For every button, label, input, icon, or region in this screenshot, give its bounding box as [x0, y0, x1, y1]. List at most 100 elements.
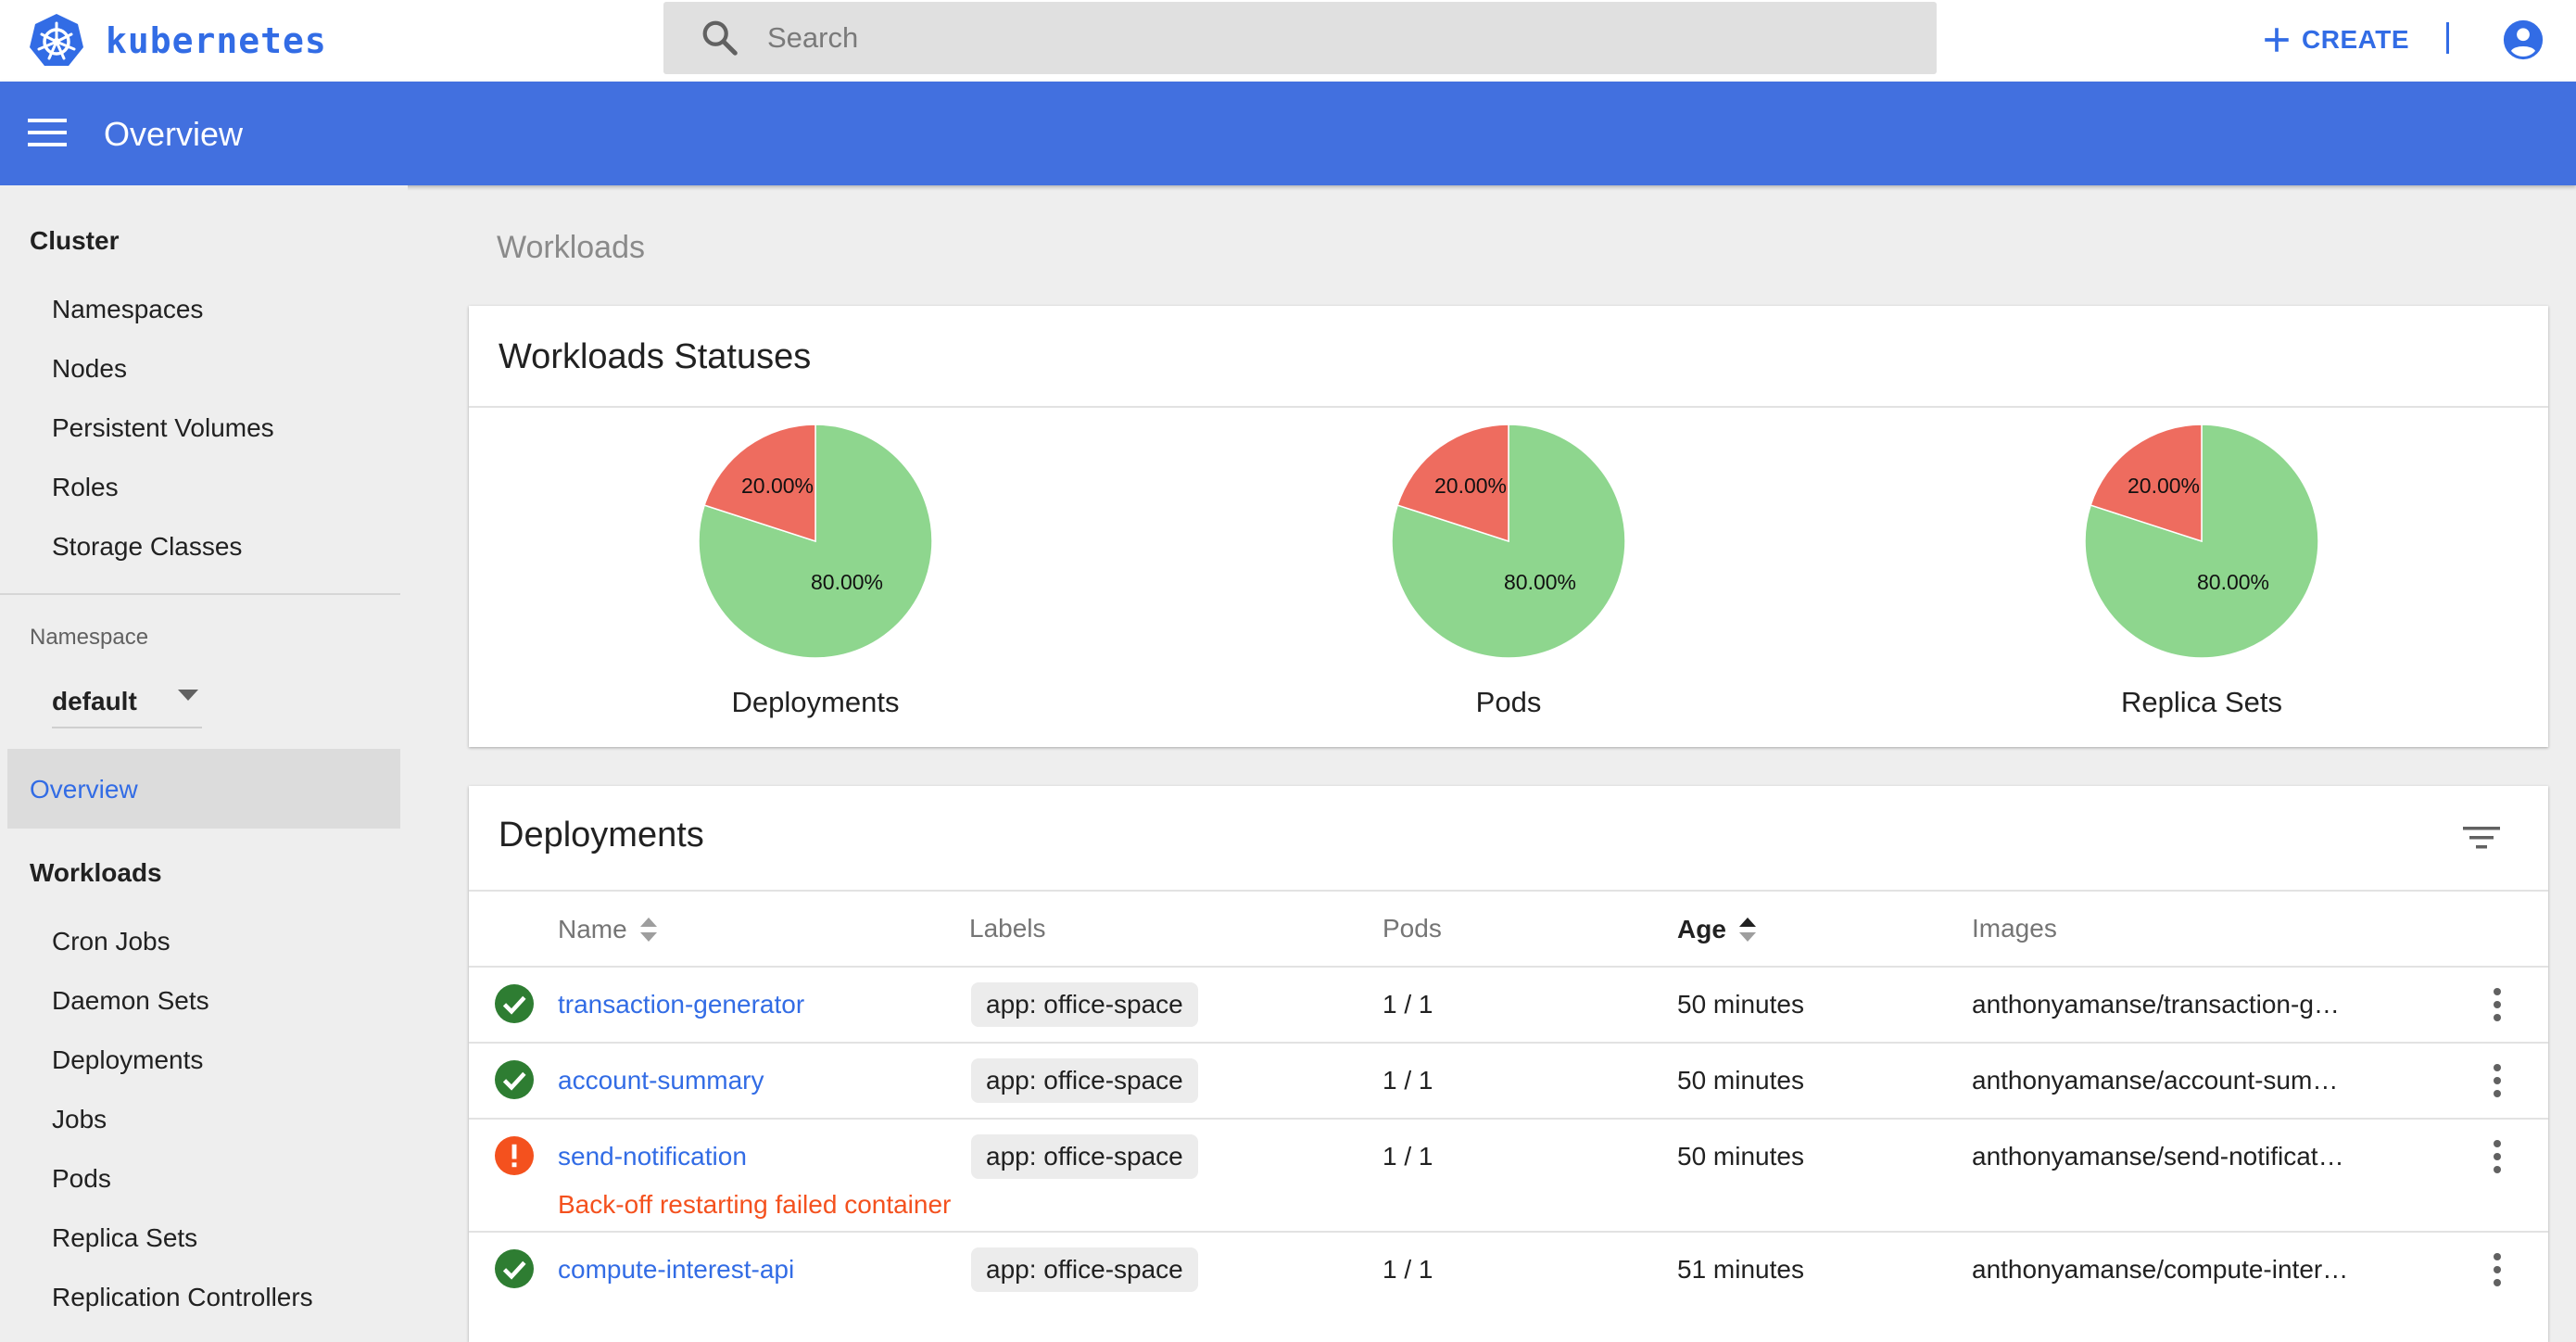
check-circle-icon — [495, 1249, 534, 1288]
row-divider — [469, 1231, 2548, 1233]
row-divider — [469, 966, 2548, 968]
label-chip: app: office-space — [971, 1134, 1198, 1179]
deployments-card: Deployments Name Labels Pods Age Images — [469, 786, 2548, 1342]
sidebar-item-pods[interactable]: Pods — [52, 1164, 111, 1194]
pie-chart-replica-sets: 20.00% 80.00% Replica Sets — [2016, 421, 2387, 736]
pie-svg: 20.00% 80.00% — [698, 424, 933, 659]
brand-link[interactable]: kubernetes — [28, 9, 327, 72]
card-title: Deployments — [499, 816, 704, 855]
card-divider — [469, 406, 2548, 408]
deployment-name-link[interactable]: compute-interest-api — [558, 1255, 794, 1285]
column-header-age[interactable]: Age — [1677, 914, 1758, 945]
search-input[interactable] — [767, 21, 1879, 55]
sidebar-item-nodes[interactable]: Nodes — [52, 354, 127, 384]
pie-svg: 20.00% 80.00% — [1391, 424, 1626, 659]
pie-caption: Pods — [1475, 686, 1542, 718]
plus-icon — [2265, 28, 2289, 52]
sidebar-item-roles[interactable]: Roles — [52, 473, 119, 502]
namespace-select[interactable]: default — [52, 677, 202, 728]
age-value: 50 minutes — [1677, 990, 1804, 1019]
deployment-name-link[interactable]: send-notification — [558, 1142, 747, 1171]
column-header-name[interactable]: Name — [558, 914, 659, 945]
image-value: anthonyamanse/account-sum… — [1972, 1066, 2339, 1095]
label-chip: app: office-space — [971, 1247, 1198, 1292]
column-header-labels-label: Labels — [969, 914, 1046, 943]
sidebar-heading-workloads[interactable]: Workloads — [30, 858, 162, 888]
more-vert-icon[interactable] — [2491, 986, 2504, 1023]
sidebar-item-overview-label: Overview — [30, 775, 138, 804]
error-message: Back-off restarting failed container — [558, 1190, 952, 1219]
account-circle-icon[interactable] — [2502, 19, 2544, 61]
age-value: 51 minutes — [1677, 1255, 1804, 1284]
pods-count: 1 / 1 — [1383, 1142, 1433, 1171]
sidebar-item-namespaces[interactable]: Namespaces — [52, 295, 203, 324]
check-circle-icon — [495, 1060, 534, 1099]
hamburger-menu-icon[interactable] — [28, 117, 67, 148]
sidebar-item-daemon-sets[interactable]: Daemon Sets — [52, 986, 209, 1016]
sort-icon — [639, 918, 657, 942]
sidebar-item-jobs[interactable]: Jobs — [52, 1105, 107, 1134]
sort-ascending-icon — [1738, 918, 1756, 942]
row-divider — [469, 1042, 2548, 1044]
column-header-images-label: Images — [1972, 914, 2057, 943]
search-icon — [702, 20, 738, 56]
search-bar — [663, 2, 1937, 74]
deployment-name-link[interactable]: account-summary — [558, 1066, 764, 1095]
breadcrumb: Workloads — [497, 230, 645, 265]
pie-label-running: 80.00% — [2197, 570, 2269, 594]
create-button-label: CREATE — [2302, 25, 2410, 54]
pie-label-failed: 20.00% — [1434, 474, 1507, 498]
sidebar-heading-cluster[interactable]: Cluster — [30, 226, 119, 256]
pie-svg: 20.00% 80.00% — [2084, 424, 2319, 659]
pie-label-running: 80.00% — [1504, 570, 1576, 594]
image-value: anthonyamanse/send-notificat… — [1972, 1142, 2344, 1171]
pods-count: 1 / 1 — [1383, 1066, 1433, 1095]
age-value: 50 minutes — [1677, 1142, 1804, 1171]
age-value: 50 minutes — [1677, 1066, 1804, 1095]
toolbar-divider — [2446, 22, 2449, 54]
pie-chart-deployments: 20.00% 80.00% Deployments — [630, 421, 1001, 736]
image-value: anthonyamanse/compute-inter… — [1972, 1255, 2349, 1284]
image-value: anthonyamanse/transaction-g… — [1972, 990, 2340, 1019]
app-header: Overview — [0, 82, 2576, 185]
pie-chart-pods: 20.00% 80.00% Pods — [1323, 421, 1694, 736]
row-divider — [469, 1118, 2548, 1120]
pods-count: 1 / 1 — [1383, 1255, 1433, 1284]
namespace-label: Namespace — [30, 625, 149, 650]
error-icon — [495, 1136, 534, 1175]
sidebar-item-cron-jobs[interactable]: Cron Jobs — [52, 927, 170, 956]
column-header-pods-label: Pods — [1383, 914, 1442, 943]
column-header-age-label: Age — [1677, 915, 1726, 943]
label-chip: app: office-space — [971, 1058, 1198, 1103]
create-button[interactable]: CREATE — [2261, 17, 2409, 63]
card-divider — [469, 890, 2548, 892]
pie-caption: Replica Sets — [2120, 686, 2283, 718]
sidebar-item-deployments[interactable]: Deployments — [52, 1045, 203, 1075]
card-title: Workloads Statuses — [499, 337, 812, 376]
more-vert-icon[interactable] — [2491, 1062, 2504, 1099]
pie-label-failed: 20.00% — [2128, 474, 2200, 498]
pods-count: 1 / 1 — [1383, 990, 1433, 1019]
namespace-value: default — [52, 687, 137, 715]
brand-name: kubernetes — [106, 20, 327, 61]
more-vert-icon[interactable] — [2491, 1251, 2504, 1288]
sidebar: Cluster Namespaces Nodes Persistent Volu… — [0, 185, 408, 1311]
more-vert-icon[interactable] — [2491, 1138, 2504, 1175]
filter-icon[interactable] — [2461, 823, 2502, 853]
sidebar-item-persistent-volumes[interactable]: Persistent Volumes — [52, 413, 274, 443]
column-header-pods: Pods — [1383, 914, 1442, 943]
sidebar-item-replication-controllers[interactable]: Replication Controllers — [52, 1283, 313, 1312]
sidebar-divider — [0, 593, 400, 595]
sidebar-item-overview[interactable]: Overview — [7, 749, 400, 829]
top-bar: kubernetes CREATE — [0, 0, 2576, 82]
column-header-name-label: Name — [558, 915, 627, 943]
sidebar-item-storage-classes[interactable]: Storage Classes — [52, 532, 242, 562]
kubernetes-logo-icon — [30, 14, 83, 66]
dropdown-arrow-icon — [178, 690, 198, 701]
pie-caption: Deployments — [731, 686, 900, 718]
deployment-name-link[interactable]: transaction-generator — [558, 990, 804, 1019]
page-title: Overview — [104, 115, 244, 153]
label-chip: app: office-space — [971, 982, 1198, 1027]
check-circle-icon — [495, 984, 534, 1023]
sidebar-item-replica-sets[interactable]: Replica Sets — [52, 1223, 197, 1253]
